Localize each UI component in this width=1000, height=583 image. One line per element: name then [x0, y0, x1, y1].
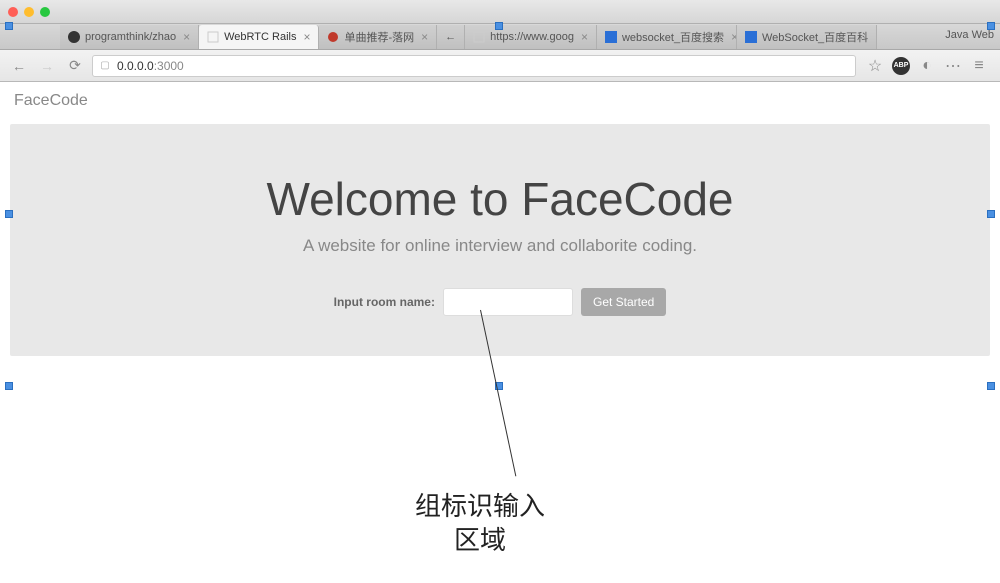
- tab-baidu-search[interactable]: websocket_百度搜索 ×: [597, 25, 737, 49]
- traffic-lights: [8, 7, 50, 17]
- room-name-input[interactable]: [443, 288, 573, 316]
- close-icon[interactable]: ×: [183, 30, 190, 44]
- get-started-button[interactable]: Get Started: [581, 288, 666, 316]
- forward-button[interactable]: →: [36, 55, 58, 77]
- brand-title: FaceCode: [0, 82, 1000, 120]
- hero-section: Welcome to FaceCode A website for online…: [10, 124, 990, 356]
- close-icon[interactable]: ×: [581, 30, 588, 44]
- baidu-icon: [605, 31, 617, 43]
- tab-label: WebSocket_百度百科: [762, 29, 868, 45]
- star-icon[interactable]: ☆: [866, 57, 884, 75]
- close-icon[interactable]: ×: [875, 30, 877, 44]
- back-button[interactable]: ←: [8, 55, 30, 77]
- window-titlebar: [0, 0, 1000, 24]
- tab-google[interactable]: https://www.goog ×: [465, 25, 597, 49]
- selection-handle[interactable]: [987, 382, 995, 390]
- maximize-window-button[interactable]: [40, 7, 50, 17]
- close-icon[interactable]: ×: [421, 30, 428, 44]
- selection-handle[interactable]: [5, 382, 13, 390]
- selection-handle[interactable]: [987, 210, 995, 218]
- address-bar[interactable]: ▢ 0.0.0.0:3000: [92, 55, 856, 77]
- tab-webrtc-rails[interactable]: WebRTC Rails ×: [199, 25, 319, 49]
- github-icon: [68, 31, 80, 43]
- url-text: 0.0.0.0:3000: [117, 59, 849, 73]
- tab-label: programthink/zhao: [85, 31, 176, 43]
- tab-label: 单曲推荐-落网: [344, 29, 414, 45]
- input-row: Input room name: Get Started: [30, 288, 970, 316]
- reload-button[interactable]: ⟳: [64, 55, 86, 77]
- tab-label: WebRTC Rails: [224, 31, 296, 43]
- luoo-icon: [327, 31, 339, 43]
- blank-favicon-icon: [207, 31, 219, 43]
- page-content: FaceCode Welcome to FaceCode A website f…: [0, 82, 1000, 356]
- chevron-left-icon: ←: [445, 31, 456, 43]
- baidu-icon: [745, 31, 757, 43]
- hero-title: Welcome to FaceCode: [30, 172, 970, 226]
- tab-overflow-arrow[interactable]: ←: [437, 25, 465, 49]
- abp-icon[interactable]: ABP: [892, 57, 910, 75]
- page-favicon-icon: ▢: [99, 60, 111, 72]
- tab-github[interactable]: programthink/zhao ×: [60, 25, 199, 49]
- minimize-window-button[interactable]: [24, 7, 34, 17]
- browser-toolbar: ← → ⟳ ▢ 0.0.0.0:3000 ☆ ABP ◐ ⋯ ≡: [0, 50, 1000, 82]
- close-window-button[interactable]: [8, 7, 18, 17]
- selection-handle[interactable]: [987, 22, 995, 30]
- tab-baidu-baike[interactable]: WebSocket_百度百科 ×: [737, 25, 877, 49]
- selection-handle[interactable]: [5, 22, 13, 30]
- tab-overflow-label[interactable]: Java Web: [945, 29, 994, 41]
- selection-handle[interactable]: [495, 22, 503, 30]
- annotation-label: 组标识输入 区域: [380, 490, 580, 558]
- more-icon[interactable]: ⋯: [944, 57, 962, 75]
- tab-label: websocket_百度搜索: [622, 29, 724, 45]
- room-name-label: Input room name:: [334, 295, 435, 309]
- close-icon[interactable]: ×: [303, 30, 310, 44]
- menu-icon[interactable]: ≡: [970, 57, 988, 75]
- extension-icon[interactable]: ◐: [918, 57, 936, 75]
- tab-luoo[interactable]: 单曲推荐-落网 ×: [319, 25, 437, 49]
- tab-label: https://www.goog: [490, 31, 574, 43]
- hero-subtitle: A website for online interview and colla…: [30, 236, 970, 256]
- selection-handle[interactable]: [5, 210, 13, 218]
- toolbar-right: ☆ ABP ◐ ⋯ ≡: [862, 57, 992, 75]
- blank-favicon-icon: [473, 31, 485, 43]
